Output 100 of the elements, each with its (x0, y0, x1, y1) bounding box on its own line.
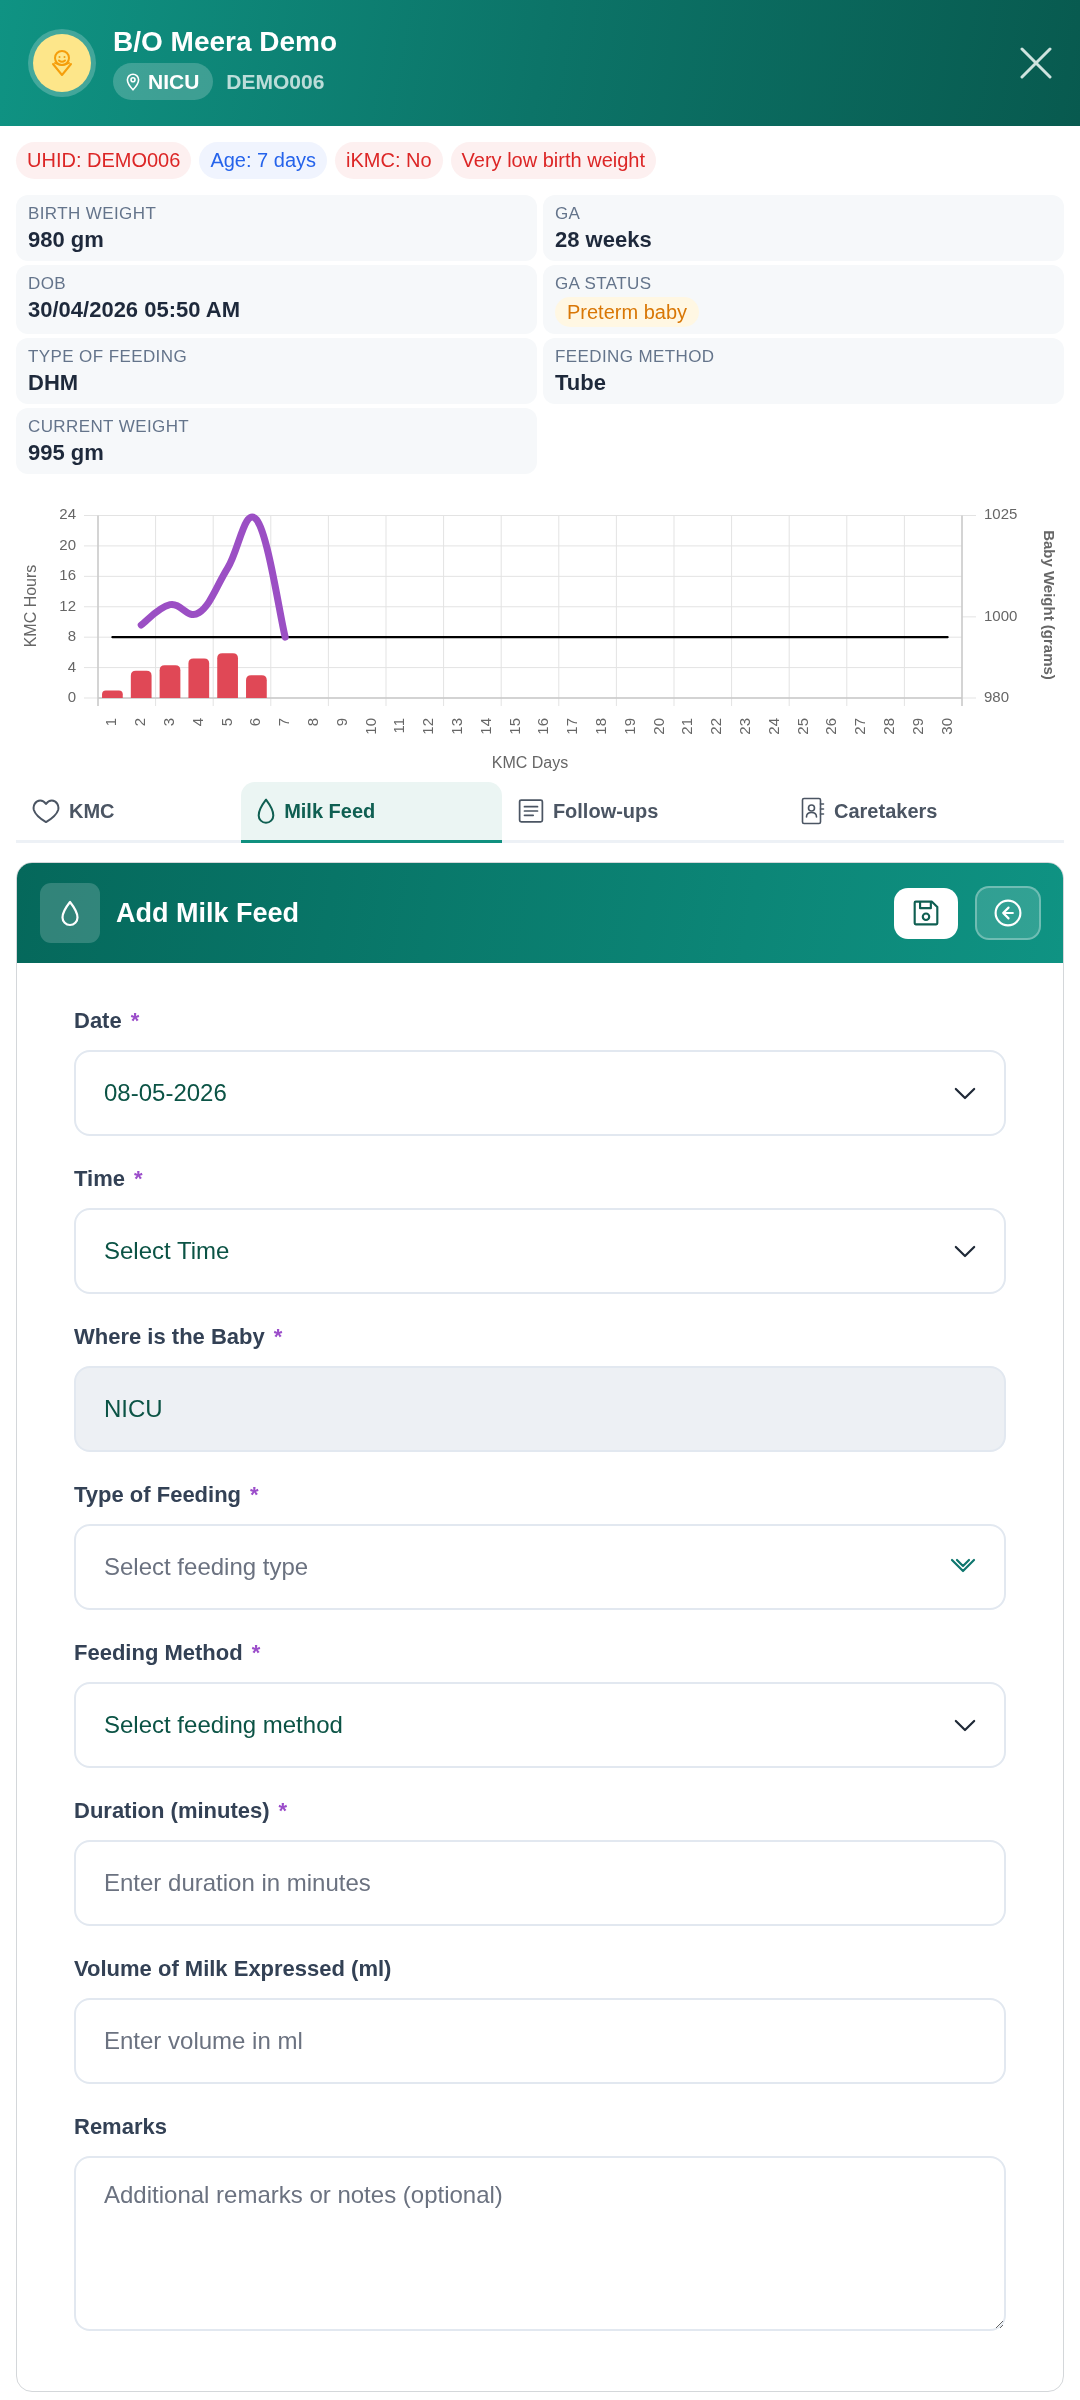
tick-label: 30 (937, 718, 955, 735)
tick-label: 12 (419, 718, 437, 735)
contact-book-icon (801, 797, 825, 825)
required-mark: * (133, 1165, 143, 1193)
tick-label: 1000 (984, 606, 1018, 624)
dropdown[interactable]: 08-05-2026 (74, 1050, 1006, 1136)
tick-label: 20 (59, 535, 76, 553)
patient-name: B/O Meera Demo (113, 26, 339, 58)
droplet-icon (40, 883, 100, 943)
tab[interactable]: Follow-ups (501, 782, 785, 843)
tick-label: 26 (822, 718, 840, 735)
tick-label: 13 (447, 718, 465, 735)
field-label: Where is the Baby (74, 1323, 265, 1351)
text-area[interactable]: Additional remarks or notes (optional) (74, 2156, 1006, 2331)
tick-label: 1025 (984, 505, 1018, 523)
detail-label: BIRTH WEIGHT (28, 203, 158, 224)
tick-label: 980 (984, 687, 1010, 705)
tick-label: 8 (303, 718, 321, 727)
tick-label: 27 (851, 718, 869, 735)
tick-label: 25 (793, 718, 811, 735)
tick-label: 1 (102, 718, 120, 727)
chevron-down-icon (954, 1086, 976, 1100)
detail-label: TYPE OF FEEDING (28, 346, 189, 367)
detail-label: DOB (28, 273, 68, 294)
chart-bar (159, 665, 181, 698)
field-label: Volume of Milk Expressed (ml) (74, 1955, 392, 1983)
required-mark: * (250, 1481, 259, 1509)
status-tag: iKMC: No (335, 142, 443, 179)
tick-label: 3 (159, 718, 177, 727)
close-button[interactable] (1018, 45, 1054, 81)
tick-label: 20 (649, 718, 667, 735)
detail-value: 28 weeks (555, 226, 653, 254)
detail-label: GA STATUS (555, 273, 653, 294)
tick-label: 15 (505, 718, 523, 735)
tick-label: 28 (879, 718, 897, 735)
tick-label: 21 (678, 718, 696, 735)
tick-label: 24 (764, 718, 782, 735)
field-label: Time (74, 1165, 125, 1193)
detail-label: GA (555, 203, 582, 224)
chart-bar (246, 675, 267, 698)
status-tag: Age: 7 days (199, 142, 327, 179)
detail-value: 30/04/2026 05:50 AM (28, 296, 241, 324)
tab[interactable]: KMC (16, 782, 242, 843)
chart-bar (217, 653, 238, 698)
tick-label: 22 (707, 718, 725, 735)
chart-bar (130, 670, 152, 698)
dropdown[interactable]: Select feeding type (74, 1524, 1006, 1610)
tick-label: 5 (217, 718, 235, 727)
detail-value: Tube (555, 369, 607, 397)
form-title: Add Milk Feed (116, 897, 300, 929)
field-label: Feeding Method (74, 1639, 243, 1667)
tick-label: 16 (534, 718, 552, 735)
document-icon (517, 798, 544, 824)
text-input[interactable]: Enter duration in minutes (74, 1840, 1006, 1926)
status-tag: UHID: DEMO006 (16, 142, 192, 179)
heart-icon (32, 798, 60, 824)
tick-label: 2 (131, 718, 149, 727)
location-text: NICU (148, 69, 200, 94)
text-input[interactable]: Enter volume in ml (74, 1998, 1006, 2084)
tick-label: 16 (59, 566, 76, 584)
detail-value: 995 gm (28, 439, 105, 467)
droplet-icon (257, 797, 276, 825)
detail-value: DHM (28, 369, 80, 397)
chevron-down-icon (954, 1244, 976, 1258)
field-label: Duration (minutes) (74, 1797, 270, 1825)
tick-label: 19 (620, 718, 638, 735)
close-icon (1020, 47, 1052, 79)
dropdown[interactable]: Select Time (74, 1208, 1006, 1294)
detail-label: CURRENT WEIGHT (28, 416, 191, 437)
tick-label: 12 (59, 596, 76, 614)
field-label: Remarks (74, 2113, 167, 2141)
required-mark: * (251, 1639, 261, 1667)
tick-label: 9 (332, 718, 350, 727)
tick-label: 4 (67, 657, 76, 675)
required-mark: * (278, 1797, 288, 1825)
status-tag: Very low birth weight (450, 142, 656, 179)
save-icon (912, 899, 940, 927)
location-pin-icon (125, 72, 141, 91)
back-button[interactable] (975, 886, 1041, 940)
detail-label: FEEDING METHOD (555, 346, 716, 367)
axis-title: KMC Hours (22, 564, 40, 648)
tab[interactable]: Caretakers (785, 782, 1065, 843)
tick-label: 24 (59, 505, 76, 523)
chart-bar (188, 658, 210, 698)
tick-label: 7 (275, 718, 293, 727)
save-button[interactable] (894, 887, 958, 939)
tab[interactable]: Milk Feed (241, 782, 502, 843)
detail-value: 980 gm (28, 226, 105, 254)
status-tag: Preterm baby (555, 297, 700, 327)
tick-label: 23 (735, 718, 753, 735)
tick-label: 10 (361, 718, 379, 735)
tick-label: 8 (67, 627, 76, 645)
arrow-left-circle-icon (994, 899, 1022, 927)
tick-label: 4 (188, 718, 206, 727)
axis-title: KMC Days (491, 754, 569, 771)
field-label: Type of Feeding (74, 1481, 242, 1509)
tick-label: 11 (390, 718, 408, 734)
patient-id: DEMO006 (226, 69, 325, 94)
dropdown[interactable]: Select feeding method (74, 1682, 1006, 1768)
tick-label: 18 (591, 718, 609, 735)
